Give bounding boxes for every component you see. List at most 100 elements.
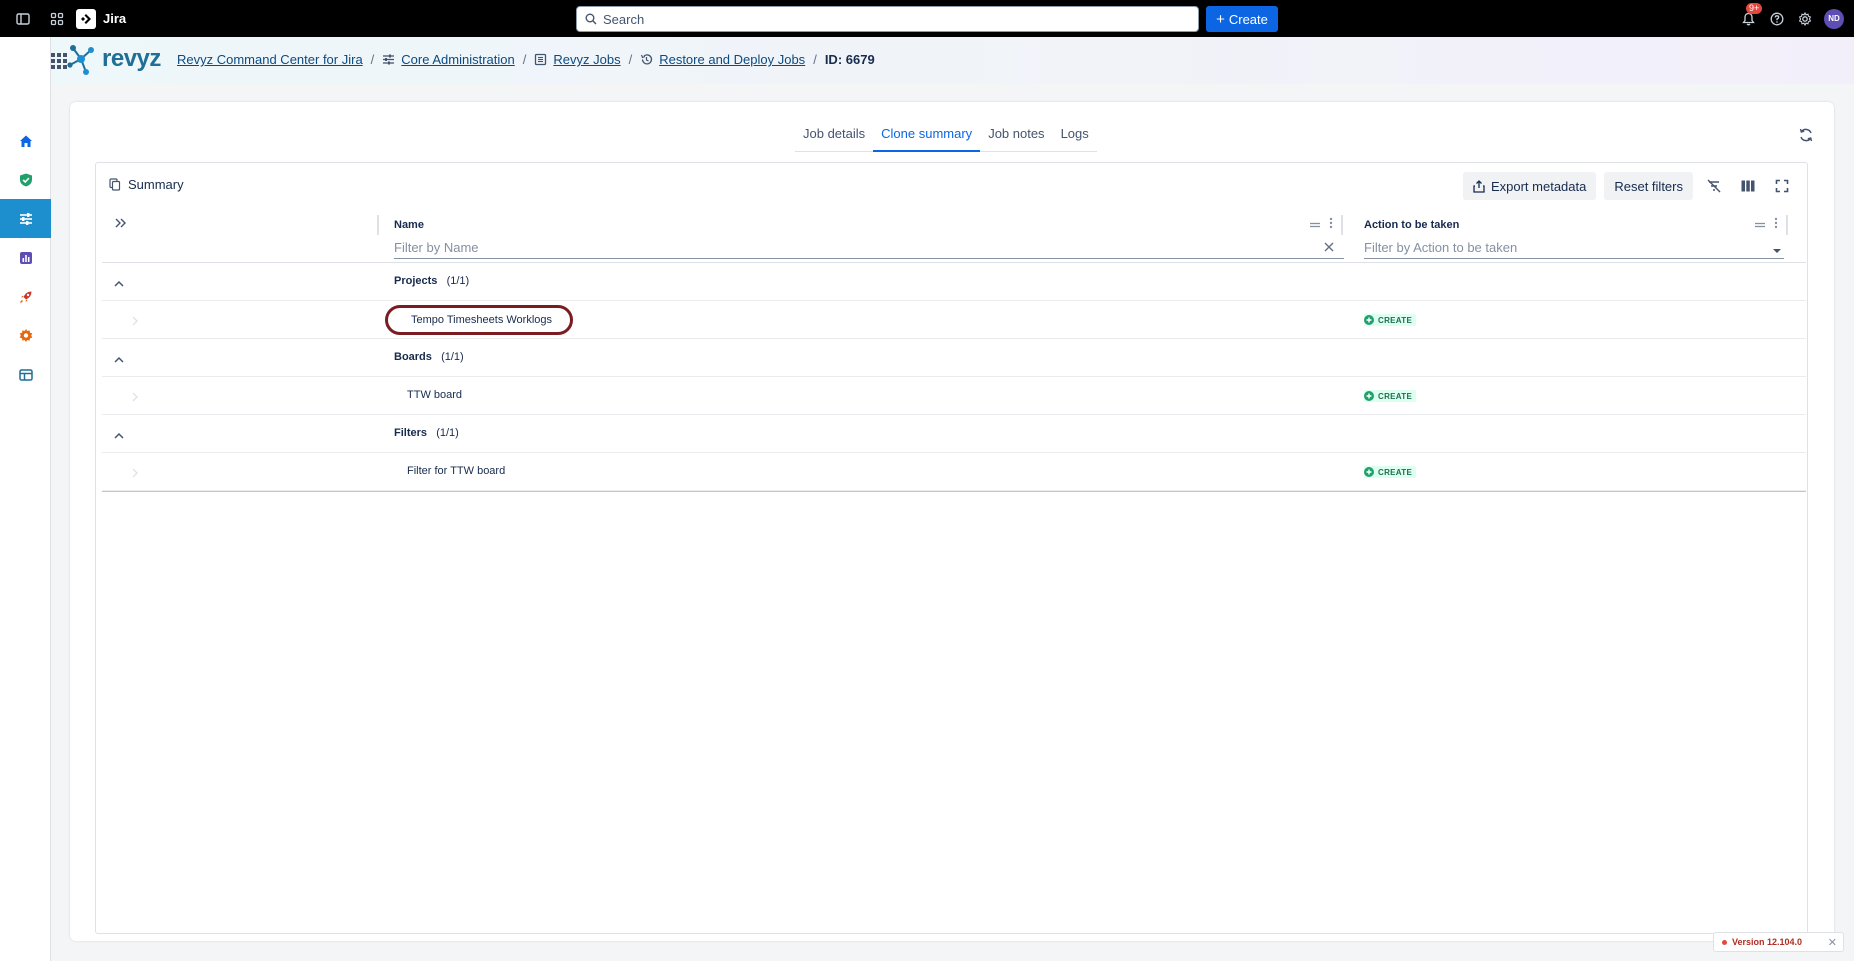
export-metadata-label: Export metadata — [1490, 178, 1587, 194]
column-divider[interactable] — [377, 215, 379, 235]
history-icon — [640, 53, 653, 66]
search-input[interactable] — [603, 11, 1163, 27]
bell-icon — [1741, 12, 1755, 25]
reset-filters-button[interactable]: Reset filters — [1604, 172, 1693, 200]
create-button[interactable]: + Create — [1206, 6, 1278, 32]
column-menu-icon[interactable] — [1774, 217, 1778, 232]
app-switcher-icon[interactable] — [48, 10, 66, 28]
breadcrumb-separator: / — [522, 52, 527, 67]
collapse-chevron-icon[interactable] — [114, 275, 124, 290]
copy-icon — [109, 178, 121, 191]
item-name-tempo-timesheets-worklogs[interactable]: Tempo Timesheets Worklogs — [385, 305, 574, 335]
breadcrumb-revyz-jobs[interactable]: Revyz Jobs — [553, 52, 620, 67]
refresh-icon[interactable] — [1798, 127, 1814, 146]
rail-deploy[interactable] — [0, 277, 51, 316]
cog-icon — [19, 328, 32, 342]
help-icon[interactable] — [1768, 10, 1786, 28]
item-name-ttw-board[interactable]: TTW board — [407, 389, 462, 401]
rail-reports[interactable] — [0, 238, 51, 277]
expand-row-chevron-icon[interactable] — [132, 314, 138, 329]
chevron-down-icon[interactable] — [1772, 242, 1782, 257]
sliders-icon — [19, 212, 32, 225]
home-icon — [19, 135, 32, 147]
group-label: Projects (1/1) — [394, 275, 470, 287]
summary-card: Summary Export metadata Reset filters Na… — [95, 162, 1808, 934]
sliders-icon — [382, 53, 395, 66]
tab-logs[interactable]: Logs — [1053, 122, 1097, 152]
tab-job-notes[interactable]: Job notes — [980, 122, 1052, 152]
clear-filter-icon[interactable] — [1324, 240, 1334, 255]
create-status-badge: CREATE — [1364, 314, 1417, 326]
breadcrumb-current-job-id: ID: 6679 — [824, 52, 875, 67]
columns-icon — [1741, 180, 1755, 192]
version-text: Version 12.104.0 — [1732, 937, 1803, 947]
expand-all-icon[interactable] — [114, 217, 128, 232]
rail-templates[interactable] — [0, 355, 51, 394]
column-divider[interactable] — [1786, 215, 1788, 235]
plus-circle-icon — [1364, 315, 1374, 325]
rail-core-administration[interactable] — [0, 199, 51, 238]
search-icon — [585, 13, 597, 25]
create-status-badge: CREATE — [1364, 390, 1417, 402]
settings-gear-icon[interactable] — [1796, 10, 1814, 28]
tab-clone-summary[interactable]: Clone summary — [873, 122, 981, 152]
table-row[interactable]: Tempo Timesheets Worklogs CREATE — [102, 301, 1806, 339]
revyz-logo[interactable]: revyz — [64, 41, 161, 77]
notification-count-badge: 9+ — [1746, 2, 1763, 14]
group-row-boards[interactable]: Boards (1/1) — [102, 339, 1806, 377]
rail-settings[interactable] — [0, 316, 51, 355]
collapse-chevron-icon[interactable] — [114, 351, 124, 366]
item-name-filter-for-ttw-board[interactable]: Filter for TTW board — [407, 465, 505, 477]
action-column-header[interactable]: Action to be taken — [1364, 219, 1459, 231]
rocket-icon — [19, 291, 31, 303]
version-tag: Version 12.104.0 ✕ — [1713, 932, 1844, 952]
jira-home-link[interactable]: Jira — [76, 8, 127, 29]
group-row-filters[interactable]: Filters (1/1) — [102, 415, 1806, 453]
expand-row-chevron-icon[interactable] — [132, 466, 138, 481]
export-metadata-button[interactable]: Export metadata — [1462, 172, 1597, 200]
jira-app-name: Jira — [103, 11, 127, 26]
clear-filters-toggle[interactable] — [1701, 172, 1727, 200]
drag-handle-icon[interactable] — [1309, 217, 1321, 232]
breadcrumb-band: revyz Revyz Command Center for Jira / Co… — [51, 37, 1854, 84]
close-icon[interactable]: ✕ — [1828, 936, 1837, 949]
user-avatar[interactable]: ND — [1824, 8, 1844, 29]
rail-backup[interactable] — [0, 160, 51, 199]
tab-job-details[interactable]: Job details — [795, 122, 873, 152]
breadcrumb-separator: / — [628, 52, 633, 67]
group-row-projects[interactable]: Projects (1/1) — [102, 263, 1806, 301]
revyz-logo-text: revyz — [102, 45, 161, 72]
filter-off-icon — [1707, 179, 1721, 193]
notifications-button[interactable]: 9+ — [1738, 2, 1763, 29]
drag-handle-icon[interactable] — [1754, 217, 1766, 232]
global-search[interactable] — [576, 6, 1199, 32]
fullscreen-toggle[interactable] — [1769, 172, 1795, 200]
export-icon — [1473, 179, 1485, 193]
breadcrumb-command-center[interactable]: Revyz Command Center for Jira — [177, 52, 363, 67]
create-button-label: Create — [1228, 11, 1268, 27]
columns-toggle[interactable] — [1735, 172, 1761, 200]
name-column-header[interactable]: Name — [394, 219, 424, 231]
app-left-rail — [0, 37, 51, 961]
breadcrumb-separator: / — [370, 52, 375, 67]
table-row[interactable]: Filter for TTW board CREATE — [102, 453, 1806, 491]
sidebar-toggle-icon[interactable] — [14, 10, 32, 28]
column-divider[interactable] — [1341, 215, 1343, 235]
name-filter-input[interactable] — [394, 237, 1344, 259]
chart-icon — [19, 251, 32, 264]
clone-summary-table: Name Action to be taken — [102, 209, 1806, 492]
group-label: Boards (1/1) — [394, 351, 464, 363]
breadcrumb-core-administration[interactable]: Core Administration — [401, 52, 514, 67]
table-row[interactable]: TTW board CREATE — [102, 377, 1806, 415]
shield-check-icon — [19, 173, 32, 186]
collapse-chevron-icon[interactable] — [114, 427, 124, 442]
group-count: (1/1) — [441, 351, 464, 363]
group-count: (1/1) — [446, 275, 470, 287]
action-filter-select[interactable] — [1364, 237, 1784, 259]
column-menu-icon[interactable] — [1329, 217, 1333, 232]
expand-row-chevron-icon[interactable] — [132, 390, 138, 405]
breadcrumb-restore-deploy-jobs[interactable]: Restore and Deploy Jobs — [659, 52, 805, 67]
summary-title: Summary — [128, 177, 184, 192]
job-tabs: Job details Clone summary Job notes Logs — [795, 122, 1097, 152]
rail-home[interactable] — [0, 121, 51, 160]
